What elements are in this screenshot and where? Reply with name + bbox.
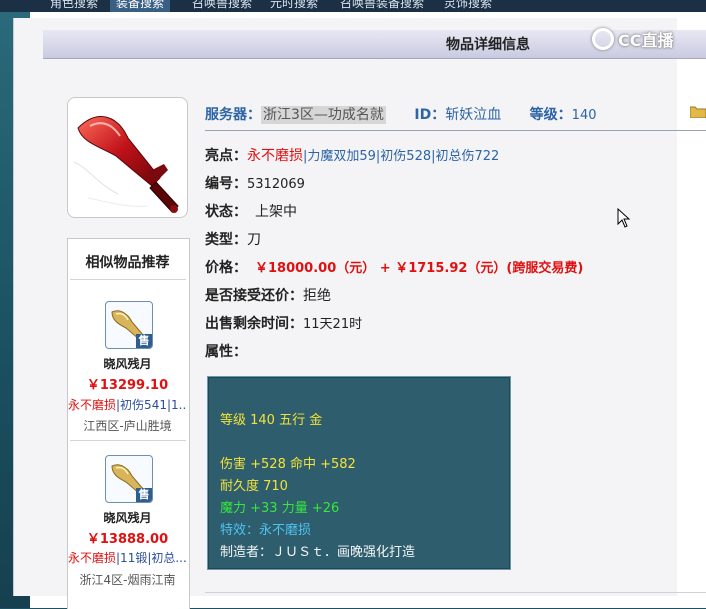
similar-item-1-name[interactable]: 晓风残月 [67,355,188,372]
tab-pet-search[interactable]: 召唤兽搜索 [192,0,252,12]
status-value: 上架中 [255,204,297,220]
similar-item-1-price: ￥13299.10 [86,378,169,393]
similar-item-2-tags: 永不磨损|11锻|初总... [68,549,186,566]
similar-item-1-image[interactable]: 售 [105,301,153,349]
attributes-label: 属性： [205,344,247,360]
tab-ornament-search[interactable]: 灵饰搜索 [444,0,492,12]
server-value: 浙江3区—功成名就 [261,106,386,124]
attr-magic-strength: 魔力 +33 力量 +26 [220,501,340,516]
attr-maker: 制造者：ＪＵＳｔ．画晚强化打造 [220,545,416,560]
tab-yuanshi-search[interactable]: 元时搜索 [270,0,318,12]
similar-item-2-price: ￥13888.00 [86,532,169,547]
tab-equipment-search[interactable]: 装备搜索 [110,0,171,12]
item-image [67,97,188,218]
divider [205,592,706,593]
page-title: 物品详细信息 [446,37,530,53]
mouse-cursor-icon [617,208,631,228]
similar-item-1-tag-highlight: 永不磨损 [68,398,117,412]
attributes-row: 属性： [205,341,247,361]
folder-icon[interactable] [690,104,706,118]
attr-damage-hit: 伤害 +528 命中 +582 [220,457,356,472]
attr-level-element: 等级 140 五行 金 [220,413,323,428]
tab-role-search[interactable]: 角色搜索 [50,0,98,12]
top-nav-bar: 角色搜索 装备搜索 召唤兽搜索 元时搜索 召唤兽装备搜索 灵饰搜索 [0,0,706,12]
cc-logo-icon [592,28,614,50]
divider [70,440,186,441]
similar-item-1-tags: 永不磨损|初伤541|1... [68,396,186,413]
price-row: 价格： ￥18000.00（元） + ￥1715.92（元）(跨服交易费) [205,257,583,277]
similar-item-2-name[interactable]: 晓风残月 [67,509,188,526]
divider [70,279,186,280]
remaining-time-row: 出售剩余时间：11天21时 [205,313,362,333]
type-row: 类型：刀 [205,229,261,249]
bargain-value: 拒绝 [303,288,331,304]
number-label: 编号： [205,176,247,192]
bargain-row: 是否接受还价：拒绝 [205,285,331,305]
similar-item-2-tag-rest: |11锻|初总... [116,551,186,565]
attr-durability: 耐久度 710 [220,479,288,494]
highlight-rest: |力魔双加59|初伤528|初总伤722 [303,149,500,164]
cc-live-watermark: CC直播 [592,26,674,52]
red-broadsword-icon [73,116,179,213]
highlights-label: 亮点： [205,148,247,164]
sold-badge: 售 [136,334,152,348]
id-label: ID： [414,107,446,123]
number-value: 5312069 [247,177,305,192]
status-row: 状态： 上架中 [205,201,297,221]
number-row: 编号：5312069 [205,173,305,193]
price-value: ￥18000.00（元） + ￥1715.92（元）(跨服交易费) [255,261,584,276]
divider [205,130,706,131]
remaining-value: 11天21时 [303,317,363,332]
server-label: 服务器： [205,107,261,123]
remaining-label: 出售剩余时间： [205,316,303,332]
id-value: 斩妖泣血 [445,107,502,123]
price-label: 价格： [205,260,247,276]
attr-special-effect: 特效：永不磨损 [220,523,312,538]
similar-item-2-server: 浙江4区-烟雨江南 [79,573,176,587]
type-label: 类型： [205,232,247,248]
tab-pet-equipment-search[interactable]: 召唤兽装备搜索 [340,0,424,12]
similar-item-1-tag-rest: |初伤541|1... [116,398,186,412]
similar-item-2-tag-highlight: 永不磨损 [68,551,117,565]
server-row: 服务器： 浙江3区—功成名就 ID：斩妖泣血 等级：140 [205,104,597,124]
status-label: 状态： [205,204,247,220]
highlights-row: 亮点：永不磨损|力魔双加59|初伤528|初总伤722 [205,145,499,165]
sold-badge: 售 [136,488,152,502]
bargain-label: 是否接受还价： [205,288,303,304]
watermark-text: CC直播 [618,31,674,50]
level-label: 等级： [529,107,572,123]
level-value: 140 [571,108,597,123]
similar-items-title: 相似物品推荐 [85,255,170,271]
similar-item-1-server: 江西区-庐山胜境 [83,419,172,433]
highlight-red: 永不磨损 [247,148,303,164]
similar-item-2-image[interactable]: 售 [105,455,153,503]
type-value: 刀 [247,232,261,248]
